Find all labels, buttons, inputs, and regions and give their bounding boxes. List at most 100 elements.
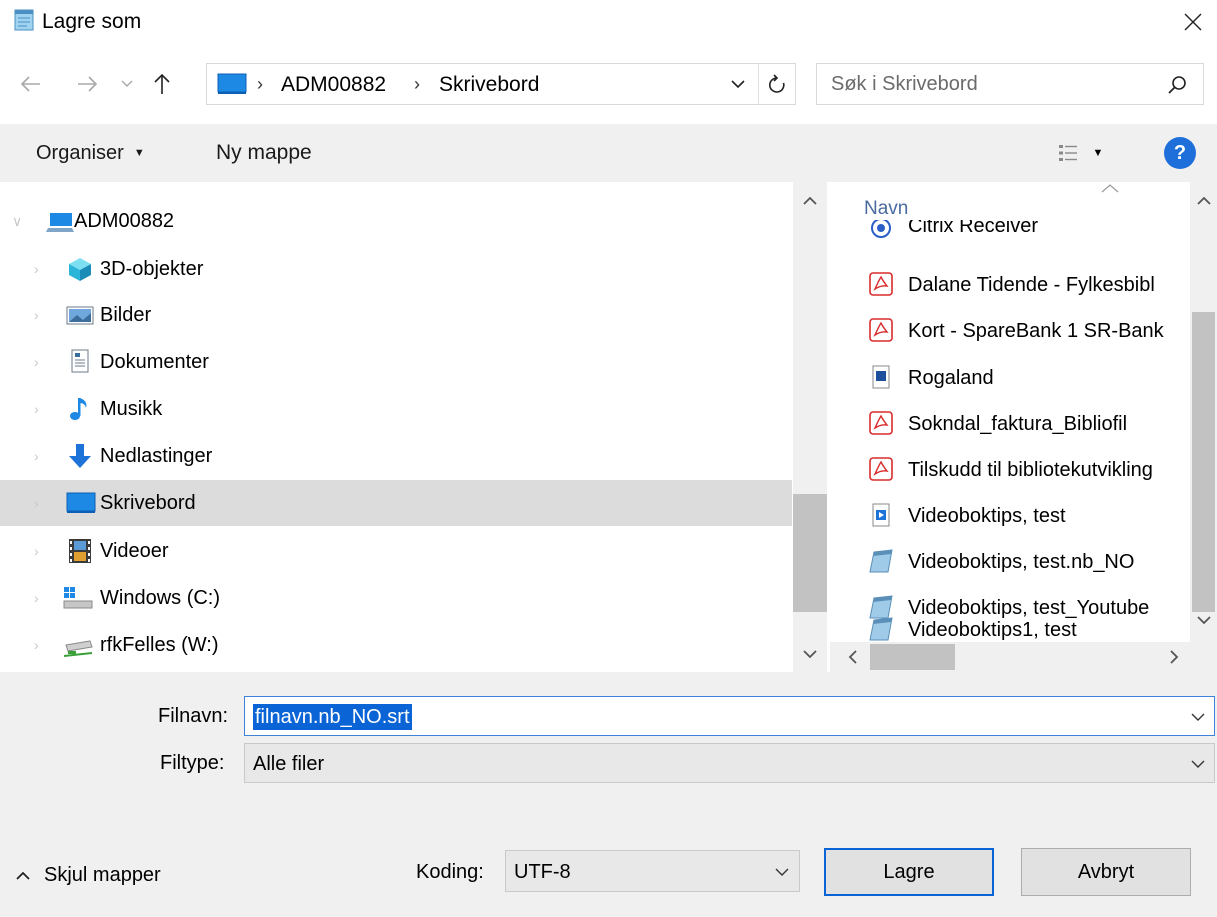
chevron-right-icon[interactable]: › [34,590,39,606]
file-item-label: Kort - SpareBank 1 SR-Bank [908,320,1164,342]
scroll-down-button[interactable] [793,640,827,668]
hide-folders-button[interactable]: Skjul mapper [16,860,161,890]
tree-scrollbar[interactable] [793,182,827,672]
citrix-icon [868,220,894,244]
recent-locations-button[interactable] [116,64,138,104]
filetype-select[interactable]: Alle filer [244,743,1215,783]
chevron-right-icon[interactable]: › [34,495,39,511]
pdf-icon [868,456,894,482]
arrow-up-icon [154,73,170,94]
close-button[interactable] [1168,0,1217,44]
chevron-right-icon[interactable]: › [34,307,39,323]
filename-field[interactable]: filnavn.nb_NO.srt [244,696,1215,736]
desktop-icon [217,73,247,95]
tree-item-downloads[interactable]: › Nedlastinger [0,433,792,479]
chevron-right-icon[interactable]: › [34,543,39,559]
back-button[interactable] [12,64,50,104]
file-item-citrix[interactable]: Citrix Receiver [830,220,1187,248]
window-title: Lagre som [42,10,142,33]
chevron-down-icon [775,868,789,876]
tree-item-3d-objects[interactable]: › 3D-objekter [0,246,792,292]
tree-item-music[interactable]: › Musikk [0,386,792,432]
search-input[interactable] [831,72,1151,96]
windows-drive-icon [62,584,93,612]
download-arrow-icon [66,442,94,470]
scroll-down-button[interactable] [1190,606,1217,634]
refresh-button[interactable] [758,64,794,104]
chevron-right-icon[interactable]: › [34,261,39,277]
scroll-thumb[interactable] [1192,312,1215,612]
scroll-right-button[interactable] [1162,642,1186,672]
breadcrumb-separator: › [257,74,263,94]
tree-item-desktop[interactable]: › Skrivebord [0,480,792,526]
filename-label: Filnavn: [158,705,229,727]
sort-ascending-icon [1098,182,1122,198]
view-list-icon [1058,145,1077,161]
documents-icon [66,348,94,376]
address-dropdown-button[interactable] [722,64,754,104]
file-item-pdf[interactable]: Dalane Tidende - Fylkesbibl [830,261,1187,307]
filetype-dropdown-button[interactable] [1185,750,1211,778]
filename-value[interactable]: filnavn.nb_NO.srt [253,704,412,730]
tree-item-drive-w[interactable]: › rfkFelles (W:) [0,622,792,668]
view-options-button[interactable]: ▼ [1040,134,1120,172]
save-button[interactable]: Lagre [824,848,994,896]
notepad-icon [868,548,894,574]
tree-item-videos[interactable]: › Videoer [0,528,792,574]
chevron-expanded-icon[interactable]: ∨ [12,213,22,230]
chevron-right-icon[interactable]: › [34,401,39,417]
file-item-label: Rogaland [908,367,994,389]
file-item-label: Videoboktips1, test [908,619,1077,641]
address-bar[interactable]: › ADM00882 › Skrivebord [206,63,796,105]
breadcrumb-computer[interactable]: ADM00882 [281,73,386,97]
arrow-left-icon [20,76,40,92]
filetype-value: Alle filer [253,753,325,775]
file-item-pdf[interactable]: Kort - SpareBank 1 SR-Bank [830,307,1187,353]
tree-item-label: Nedlastinger [100,445,213,467]
tree-item-computer[interactable]: ∨ ADM00882 [0,198,792,244]
scroll-thumb[interactable] [870,644,955,670]
new-folder-button[interactable]: Ny mappe [208,136,320,170]
tree-item-documents[interactable]: › Dokumenter [0,339,792,385]
file-item-pdf[interactable]: Sokndal_faktura_Bibliofil [830,400,1187,446]
tree-item-label: ADM00882 [74,210,175,232]
help-button[interactable]: ? [1164,137,1196,169]
file-item-text[interactable]: Videoboktips, test.nb_NO [830,538,1187,584]
file-item-image[interactable]: Rogaland [830,354,1187,400]
up-button[interactable] [142,64,182,104]
chevron-right-icon[interactable]: › [34,637,39,653]
forward-button[interactable] [68,64,106,104]
cancel-button[interactable]: Avbryt [1021,848,1191,896]
file-item-pdf[interactable]: Tilskudd til bibliotekutvikling [830,446,1187,492]
column-header-name[interactable]: Navn [864,198,908,220]
cube-3d-icon [66,255,94,283]
breadcrumb-separator: › [414,74,420,94]
encoding-select[interactable]: UTF-8 [505,850,800,892]
file-item-label: Sokndal_faktura_Bibliofil [908,413,1128,435]
scroll-up-button[interactable] [793,186,827,214]
search-icon[interactable] [1165,72,1191,98]
chevron-right-icon[interactable]: › [34,448,39,464]
file-list-scrollbar[interactable] [1190,182,1217,642]
scroll-thumb[interactable] [793,494,827,612]
tree-item-drive-c[interactable]: › Windows (C:) [0,575,792,621]
breadcrumb-desktop[interactable]: Skrivebord [439,73,539,97]
scroll-up-button[interactable] [1190,186,1217,214]
scroll-left-button[interactable] [840,642,864,672]
filename-dropdown-button[interactable] [1185,703,1211,731]
file-item-label: Videoboktips, test.nb_NO [908,551,1135,573]
file-list-horizontal-scrollbar[interactable] [830,642,1217,672]
organise-menu-button[interactable]: Organiser ▼ [28,136,153,170]
filetype-label: Filtype: [160,752,225,774]
file-item-video-shortcut[interactable]: Videoboktips, test [830,492,1187,538]
chevron-right-icon[interactable]: › [34,354,39,370]
computer-icon [46,207,74,235]
tree-item-label: 3D-objekter [100,258,204,280]
tree-item-pictures[interactable]: › Bilder [0,292,792,338]
video-shortcut-icon [868,502,894,528]
search-box[interactable] [816,63,1204,105]
tree-item-label: Windows (C:) [100,587,221,609]
encoding-dropdown-button[interactable] [770,858,794,886]
tree-item-label: Bilder [100,304,152,326]
chevron-right-icon [1169,650,1178,664]
